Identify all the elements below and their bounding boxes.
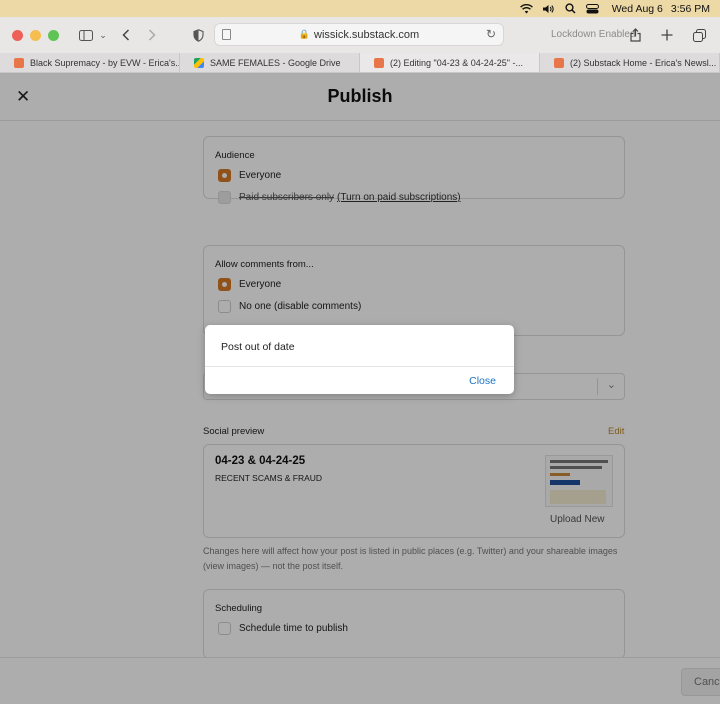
minimize-window-button[interactable]	[30, 29, 41, 41]
menu-bar: Wed Aug 6 3:56 PM	[0, 0, 720, 17]
post-out-of-date-dialog: Post out of date Close	[205, 325, 514, 394]
volume-icon[interactable]	[538, 0, 560, 17]
tab-overview-icon[interactable]	[688, 23, 710, 47]
tab-title: (2) Editing "04-23 & 04-24-25" -...	[390, 57, 523, 68]
toolbar-right-actions	[624, 23, 710, 47]
browser-tab[interactable]: Black Supremacy - by EVW - Erica's...	[0, 53, 180, 72]
browser-tab-bar: Black Supremacy - by EVW - Erica's... SA…	[0, 53, 720, 73]
control-center-icon[interactable]	[582, 0, 604, 17]
privacy-shield-icon[interactable]	[187, 23, 209, 47]
menubar-time[interactable]: 3:56 PM	[671, 3, 710, 15]
browser-tab[interactable]: (2) Substack Home - Erica's Newsl...	[540, 53, 720, 72]
menubar-date[interactable]: Wed Aug 6	[612, 3, 663, 15]
sidebar-icon[interactable]	[75, 23, 97, 47]
close-window-button[interactable]	[12, 29, 23, 41]
browser-tab[interactable]: SAME FEMALES - Google Drive	[180, 53, 360, 72]
tab-title: (2) Substack Home - Erica's Newsl...	[570, 57, 717, 68]
spotlight-search-icon[interactable]	[560, 0, 582, 17]
wifi-icon[interactable]	[516, 0, 538, 17]
address-bar[interactable]: 🔒 wissick.substack.com ↻	[214, 23, 504, 46]
google-drive-icon	[194, 57, 204, 68]
share-icon[interactable]	[624, 23, 646, 47]
new-tab-plus-icon[interactable]	[656, 23, 678, 47]
dialog-close-button[interactable]: Close	[469, 375, 496, 387]
zoom-window-button[interactable]	[48, 29, 59, 41]
substack-icon	[554, 57, 564, 68]
browser-toolbar: ⌄ 🔒 wissick.substack.com ↻ Lockdown Enab…	[0, 17, 720, 53]
url-text: wissick.substack.com	[314, 28, 420, 41]
lock-icon: 🔒	[298, 29, 311, 39]
dialog-message: Post out of date	[221, 341, 295, 353]
forward-chevron-icon[interactable]	[141, 23, 163, 47]
substack-icon	[14, 57, 24, 68]
substack-icon	[374, 57, 384, 68]
back-chevron-icon[interactable]	[115, 23, 137, 47]
tab-title: SAME FEMALES - Google Drive	[210, 57, 341, 68]
tab-title: Black Supremacy - by EVW - Erica's...	[30, 57, 180, 68]
lockdown-status[interactable]: Lockdown Enabled	[551, 29, 636, 40]
dialog-divider	[205, 366, 514, 367]
page-icon	[222, 29, 231, 40]
window-controls	[12, 29, 59, 41]
reload-icon[interactable]: ↻	[486, 27, 496, 41]
sidebar-chevron-down-icon[interactable]: ⌄	[97, 23, 109, 47]
browser-tab-active[interactable]: (2) Editing "04-23 & 04-24-25" -...	[360, 53, 540, 72]
